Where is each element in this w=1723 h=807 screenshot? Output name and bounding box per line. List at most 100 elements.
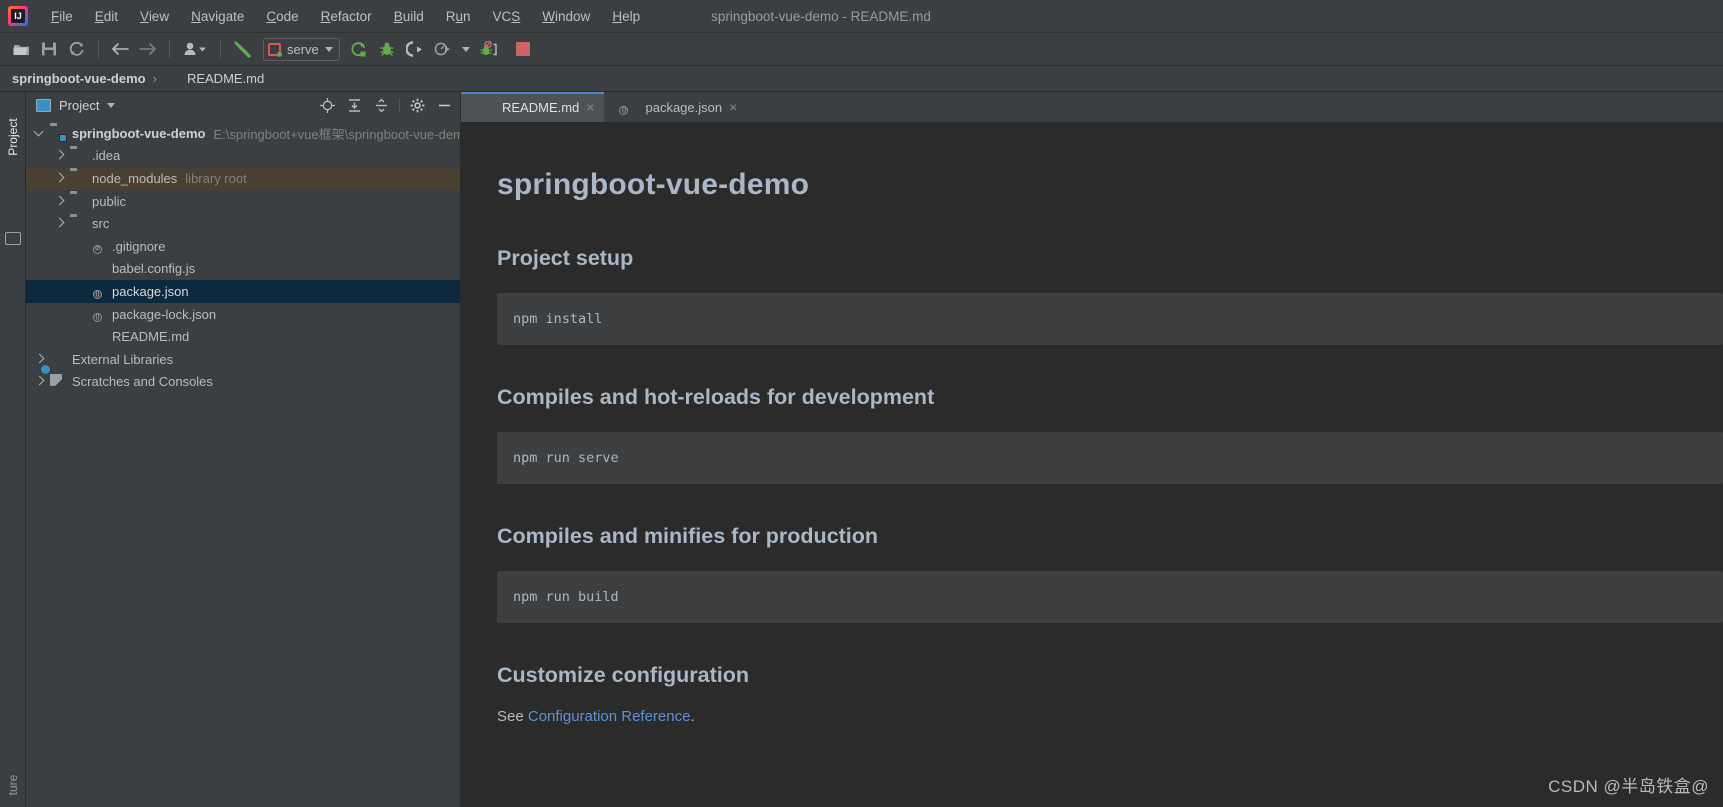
configuration-reference-link[interactable]: Configuration Reference xyxy=(528,708,691,725)
build-hammer-icon[interactable] xyxy=(229,37,255,61)
json-file-icon: {} xyxy=(90,283,106,300)
arrow-left-icon[interactable] xyxy=(107,37,133,61)
json-file-icon: {} xyxy=(90,306,106,323)
open-folder-icon[interactable] xyxy=(8,37,34,61)
tree-twisty[interactable] xyxy=(34,354,45,365)
project-panel-header: Project xyxy=(26,92,460,118)
tree-twisty[interactable] xyxy=(34,376,45,387)
left-tool-strip: Project ture xyxy=(0,92,26,807)
expand-all-icon[interactable] xyxy=(345,96,364,115)
menu-item-build[interactable]: Build xyxy=(383,6,435,27)
tree-row-hint: library root xyxy=(185,170,247,186)
run-configuration-label: serve xyxy=(287,41,319,57)
menu-item-run[interactable]: Run xyxy=(435,6,482,27)
tree-row[interactable]: Scratches and Consoles xyxy=(26,371,460,394)
tree-row[interactable]: public xyxy=(26,190,460,213)
close-icon[interactable]: × xyxy=(729,100,737,114)
user-profile-icon[interactable] xyxy=(178,37,212,61)
tree-row[interactable]: JS babel.config.js xyxy=(26,258,460,281)
settings-gear-icon[interactable] xyxy=(408,96,427,115)
editor-tab[interactable]: {} package.json × xyxy=(604,92,747,122)
tool-window-tab-structure[interactable]: ture xyxy=(6,760,20,807)
preview-code-block: npm install xyxy=(497,293,1723,345)
tree-row[interactable]: springboot-vue-demo E:\springboot+vue框架\s… xyxy=(26,122,460,145)
collapse-all-icon[interactable] xyxy=(372,96,391,115)
tree-twisty xyxy=(74,241,85,252)
profiler-dropdown-icon[interactable] xyxy=(458,37,474,61)
run-configuration-selector[interactable]: serve xyxy=(263,37,340,61)
breadcrumb: springboot-vue-demo › MD README.md xyxy=(0,66,1723,92)
attach-debugger-icon[interactable] xyxy=(476,37,502,61)
tree-row[interactable]: {} package.json xyxy=(26,280,460,303)
save-icon[interactable] xyxy=(36,37,62,61)
chevron-down-icon[interactable] xyxy=(107,102,116,108)
tree-row-label: node_modules xyxy=(92,170,178,186)
menu-item-vcs[interactable]: VCS xyxy=(482,6,532,27)
menu-item-refactor[interactable]: Refactor xyxy=(310,6,383,27)
markdown-file-icon: MD xyxy=(90,329,106,345)
breadcrumb-project[interactable]: springboot-vue-demo xyxy=(12,71,146,86)
window-title: springboot-vue-demo - README.md xyxy=(711,8,931,24)
favorites-icon[interactable] xyxy=(5,232,21,245)
locate-file-icon[interactable] xyxy=(318,96,337,115)
tree-row[interactable]: {} package-lock.json xyxy=(26,303,460,326)
tree-twisty xyxy=(74,263,85,274)
run-with-coverage-icon[interactable] xyxy=(402,37,428,61)
javascript-file-icon: JS xyxy=(90,261,106,277)
menu-item-code[interactable]: Code xyxy=(255,6,309,27)
tree-row-label: springboot-vue-demo xyxy=(71,125,206,141)
project-module-folder-icon xyxy=(50,125,66,141)
menu-item-edit[interactable]: Edit xyxy=(84,6,129,27)
breadcrumb-file[interactable]: README.md xyxy=(187,71,264,86)
preview-section-heading: Compiles and hot-reloads for development xyxy=(497,385,935,409)
sync-refresh-icon[interactable] xyxy=(64,37,90,61)
close-icon[interactable]: × xyxy=(586,100,594,114)
menu-item-file[interactable]: File xyxy=(40,6,84,27)
tree-row-label: .gitignore xyxy=(112,238,166,254)
tree-row-label: External Libraries xyxy=(72,351,174,367)
intellij-idea-logo-icon xyxy=(8,6,28,26)
hide-panel-icon[interactable] xyxy=(435,96,454,115)
tree-twisty[interactable] xyxy=(54,218,65,229)
tree-row-hint: E:\springboot+vue框架\springboot-vue-dem xyxy=(213,126,460,142)
menu-item-help[interactable]: Help xyxy=(601,6,651,27)
editor-tab-label: README.md xyxy=(502,99,580,115)
panel-divider xyxy=(399,97,400,113)
folder-icon xyxy=(70,193,86,209)
tree-row[interactable]: src xyxy=(26,212,460,235)
tool-window-tab-project[interactable]: Project xyxy=(6,105,20,169)
toolbar-separator-3 xyxy=(220,40,221,58)
run-icon[interactable] xyxy=(346,37,372,61)
stop-icon[interactable] xyxy=(510,37,536,61)
menu-item-window[interactable]: Window xyxy=(531,6,601,27)
tree-row[interactable]: node_modules library root xyxy=(26,167,460,190)
preview-section-heading: Compiles and minifies for production xyxy=(497,524,879,548)
tree-row[interactable]: .idea xyxy=(26,145,460,168)
tree-twisty[interactable] xyxy=(54,173,65,184)
project-file-tree[interactable]: springboot-vue-demo E:\springboot+vue框架\s… xyxy=(26,118,460,807)
editor-tab[interactable]: MD README.md × xyxy=(461,92,605,122)
menu-item-navigate[interactable]: Navigate xyxy=(180,6,255,27)
tree-row[interactable]: External Libraries xyxy=(26,348,460,371)
markdown-file-icon: MD xyxy=(164,71,180,87)
tree-twisty[interactable] xyxy=(54,150,65,161)
tree-row[interactable]: ⊘ .gitignore xyxy=(26,235,460,258)
profiler-icon[interactable] xyxy=(430,37,456,61)
arrow-right-icon[interactable] xyxy=(135,37,161,61)
menu-item-view[interactable]: View xyxy=(129,6,180,27)
tree-twisty[interactable] xyxy=(54,196,65,207)
menu-bar: File Edit View Navigate Code Refactor Bu… xyxy=(0,0,1723,33)
editor-area: MD README.md × {} package.json × springboot-v… xyxy=(461,92,1723,807)
tree-row[interactable]: MD README.md xyxy=(26,325,460,348)
tree-row-label: package.json xyxy=(112,283,189,299)
tree-row-label: public xyxy=(92,193,126,209)
debug-bug-icon[interactable] xyxy=(374,37,400,61)
folder-icon xyxy=(70,148,86,164)
tree-row-label: src xyxy=(92,216,110,232)
tree-twisty[interactable] xyxy=(34,128,45,139)
tree-row-label: babel.config.js xyxy=(112,261,196,277)
paragraph-prefix: See xyxy=(497,708,528,725)
chevron-down-icon[interactable] xyxy=(324,46,333,52)
preview-title: springboot-vue-demo xyxy=(497,168,810,201)
editor-tab-bar: MD README.md × {} package.json × xyxy=(461,92,1723,122)
